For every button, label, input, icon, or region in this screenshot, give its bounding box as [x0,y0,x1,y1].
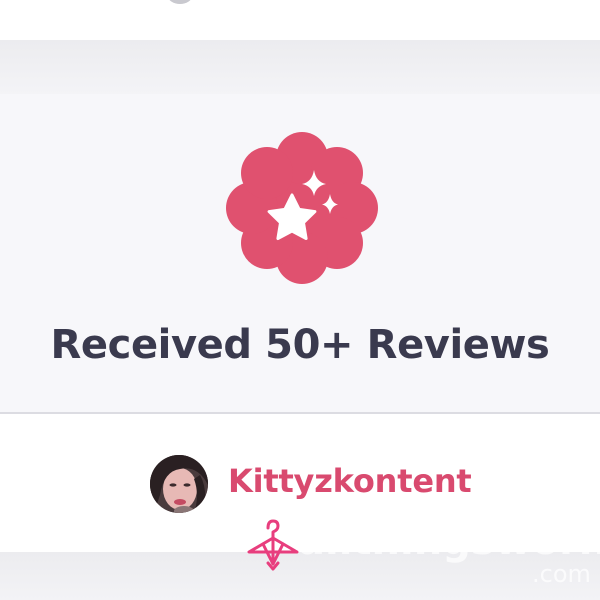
previous-card [0,0,600,40]
watermark-text: allthingsworn [298,518,600,564]
sparkle-star-badge-icon [226,132,378,284]
seller-name-link[interactable]: Kittyzkontent [228,462,472,500]
badge-title: Received 50+ Reviews [50,322,550,368]
section-divider [0,40,600,96]
hanger-icon [247,519,299,571]
previous-card-peek [168,0,192,4]
avatar-photo [150,455,208,513]
page: Received 50+ Reviews Kittyzkontent allth… [0,0,600,600]
watermark-suffix: .com [532,560,591,588]
seller-avatar[interactable] [150,455,208,513]
